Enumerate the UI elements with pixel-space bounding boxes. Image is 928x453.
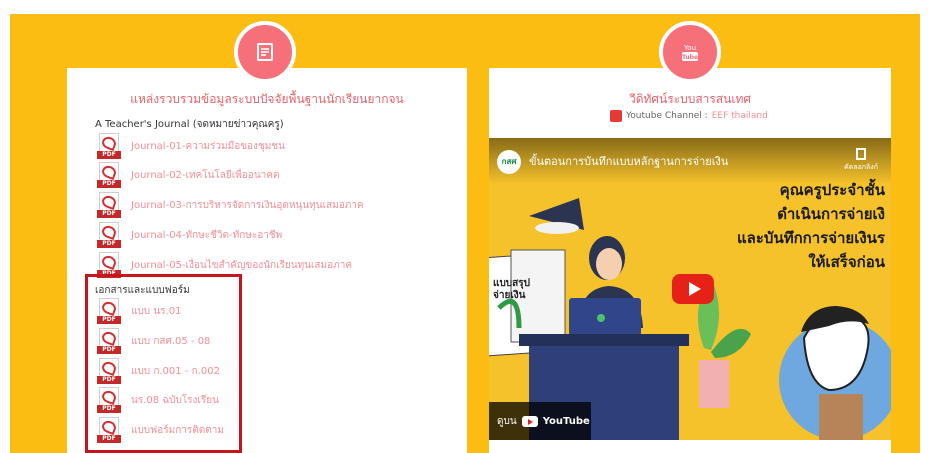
document-icon: [234, 21, 296, 83]
pdf-icon: PDF: [97, 162, 121, 188]
video-card-title: วีดิทัศน์ระบบสารสนเทศ: [628, 92, 752, 106]
play-button[interactable]: [672, 274, 714, 304]
channel-label: Youtube Channel :: [626, 111, 708, 121]
journal-link-label: Journal-03-การบริหารจัดการเงินอุดหนุนทุน…: [131, 199, 364, 211]
video-caption-line-1: คุณครูประจำชั้น: [779, 181, 885, 199]
copy-icon: [856, 148, 866, 160]
play-icon: [688, 282, 701, 296]
journal-link-label: Journal-01-ความร่วมมือของชุมชน: [131, 140, 285, 152]
youtube-channel-icon: [610, 110, 622, 122]
copy-link-button[interactable]: คัดลอกลิงก์: [839, 148, 883, 173]
youtube-logo-icon: [521, 415, 538, 427]
journal-link-label: Journal-02-เทคโนโลยีเพื่ออนาคต: [131, 169, 280, 181]
pdf-icon: PDF: [97, 222, 121, 248]
video-channel-logo: กสศ: [497, 150, 521, 174]
journal-heading: A Teacher's Journal (จดหมายข่าวคุณครู): [95, 119, 284, 130]
svg-text:Tube: Tube: [682, 54, 698, 61]
youtube-brand: YouTube: [542, 415, 590, 427]
page: แหล่งรวบรวมข้อมูลระบบปัจจัยพื้นฐานนักเรี…: [0, 0, 928, 453]
channel-link[interactable]: EEF thailand: [712, 111, 768, 121]
pdf-icon: PDF: [97, 192, 121, 218]
svg-text:You: You: [683, 44, 696, 52]
journal-link-label: Journal-04-ทักษะชีวิต-ทักษะอาชีพ: [131, 229, 283, 241]
video-caption-line-2: ดำเนินการจ่ายเงิ: [777, 205, 885, 223]
video-caption-line-4: ให้เสร็จก่อน: [808, 253, 885, 271]
copy-link-label: คัดลอกลิงก์: [844, 163, 878, 171]
journal-link-03[interactable]: PDF Journal-03-การบริหารจัดการเงินอุดหนุ…: [97, 191, 364, 219]
journal-link-02[interactable]: PDF Journal-02-เทคโนโลยีเพื่ออนาคต: [97, 161, 279, 189]
watch-on-label: ดูบน: [497, 415, 517, 427]
video-title[interactable]: ขั้นตอนการบันทึกแบบหลักฐานการจ่ายเงิน: [529, 152, 728, 170]
journal-link-04[interactable]: PDF Journal-04-ทักษะชีวิต-ทักษะอาชีพ: [97, 221, 282, 249]
journal-link-label: Journal-05-เงื่อนไขสำคัญของนักเรียนทุนเส…: [131, 259, 353, 271]
paper-summary-text: แบบสรุป จ่ายเงิน: [493, 278, 530, 301]
pdf-icon: PDF: [97, 133, 121, 159]
channel-line: Youtube Channel : EEF thailand: [610, 110, 768, 122]
video-caption-line-3: และบันทึกการจ่ายเงินร: [737, 229, 885, 247]
journal-link-01[interactable]: PDF Journal-01-ความร่วมมือของชุมชน: [97, 132, 285, 160]
embedded-video[interactable]: กสศ ขั้นตอนการบันทึกแบบหลักฐานการจ่ายเงิ…: [489, 138, 891, 440]
watch-on-youtube-button[interactable]: ดูบน YouTube: [489, 402, 591, 440]
forms-highlight-box: [85, 274, 242, 453]
resources-title: แหล่งรวบรวมข้อมูลระบบปัจจัยพื้นฐานนักเรี…: [130, 92, 404, 106]
youtube-icon: You Tube: [659, 21, 721, 83]
